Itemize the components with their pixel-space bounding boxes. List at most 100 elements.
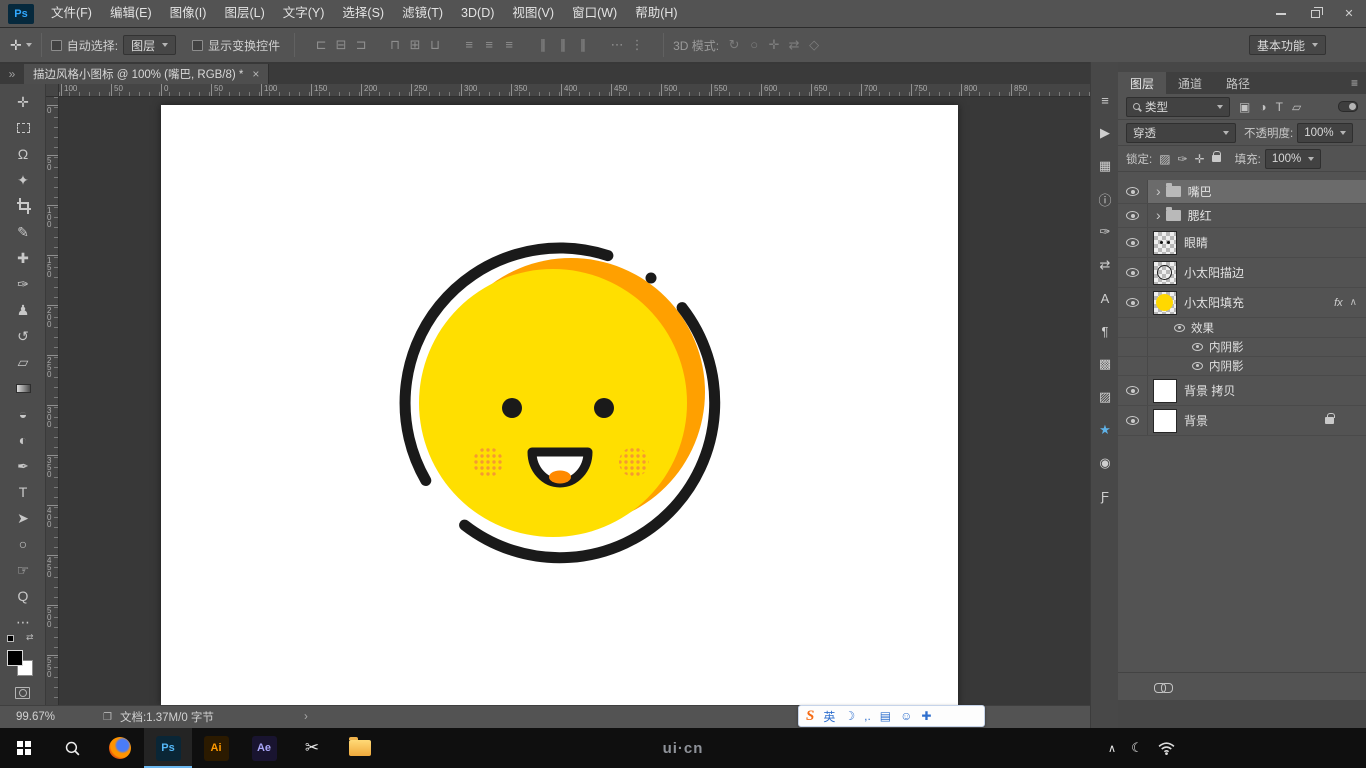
layer-row-background[interactable]: 背景 <box>1118 406 1366 436</box>
lock-image-pixels-icon[interactable]: ✑ <box>1178 152 1188 166</box>
fill-dropdown[interactable]: 100% <box>1265 149 1321 169</box>
minimize-button[interactable] <box>1264 0 1298 28</box>
ime-toolbox-icon[interactable]: ✚ <box>921 709 931 723</box>
distribute-left-icon[interactable]: ∥ <box>533 37 553 53</box>
ime-lang-en[interactable]: 英 <box>823 708 835 725</box>
layer-thumbnail[interactable] <box>1154 292 1176 314</box>
tray-chevron-icon[interactable]: ∧ <box>1108 742 1116 755</box>
paragraph-panel-icon[interactable]: ¶ <box>1091 319 1119 343</box>
foreground-color-swatch[interactable] <box>7 650 23 666</box>
clone-source-panel-icon[interactable]: ⇄ <box>1091 253 1119 277</box>
layer-name[interactable]: 嘴巴 <box>1188 183 1212 200</box>
tool-zoom[interactable]: Q <box>0 584 46 608</box>
search-button[interactable] <box>48 728 96 768</box>
tool-brush[interactable]: ✑ <box>0 272 46 296</box>
taskbar-illustrator-button[interactable]: Ai <box>192 728 240 768</box>
start-button[interactable] <box>0 728 48 768</box>
tray-moon-icon[interactable]: ☾ <box>1131 740 1143 756</box>
tab-layers[interactable]: 图层 <box>1118 72 1166 94</box>
close-button[interactable]: ✕ <box>1332 0 1366 28</box>
distribute-top-icon[interactable]: ≡ <box>459 37 479 53</box>
tool-lasso[interactable]: Ω <box>0 142 46 166</box>
default-colors-icon[interactable] <box>7 635 14 642</box>
filter-shape-layers-icon[interactable]: ▱ <box>1292 100 1301 114</box>
visibility-cell[interactable] <box>1118 228 1148 257</box>
canvas-area[interactable] <box>59 97 1090 705</box>
ime-punctuation-icon[interactable]: ,. <box>864 709 871 723</box>
tool-eyedropper[interactable]: ✎ <box>0 220 46 244</box>
distribute-right-icon[interactable]: ∥ <box>573 37 593 53</box>
align-horizontal-centers-icon[interactable]: ⊟ <box>331 37 351 53</box>
tool-quick-selection[interactable]: ✦ <box>0 168 46 192</box>
ime-emoji-icon[interactable]: ☺ <box>900 709 912 723</box>
eye-icon[interactable] <box>1192 362 1203 370</box>
tool-gradient[interactable] <box>0 376 46 400</box>
tool-spot-healing-brush[interactable]: ✚ <box>0 246 46 270</box>
menu-item[interactable]: 窗口(W) <box>563 0 626 27</box>
tool-preset-dropdown[interactable]: ✛ <box>10 37 32 54</box>
effect-row-inner-shadow[interactable]: 内阴影 <box>1118 357 1366 376</box>
ime-soft-keyboard-icon[interactable]: ▤ <box>880 709 891 723</box>
tool-move[interactable]: ✛ <box>0 90 46 114</box>
align-vertical-centers-icon[interactable]: ⊞ <box>405 37 425 53</box>
visibility-cell[interactable] <box>1118 288 1148 317</box>
expand-arrow-icon[interactable]: › <box>1156 207 1161 223</box>
collapse-effects-icon[interactable]: ∧ <box>1350 297 1357 308</box>
tool-path-selection[interactable]: ➤ <box>0 506 46 530</box>
tab-paths[interactable]: 路径 <box>1214 72 1262 94</box>
layer-filter-kind-dropdown[interactable]: 类型 <box>1126 97 1230 117</box>
layer-name[interactable]: 小太阳描边 <box>1184 264 1244 281</box>
layer-thumbnail[interactable] <box>1154 380 1176 402</box>
tool-blur[interactable]: ◒ <box>0 402 46 426</box>
character-panel-icon[interactable]: A <box>1091 286 1119 310</box>
menu-item[interactable]: 选择(S) <box>333 0 393 27</box>
layer-name[interactable]: 眼睛 <box>1184 234 1208 251</box>
tool-hand[interactable]: ☞ <box>0 558 46 582</box>
layer-name[interactable]: 腮红 <box>1188 207 1212 224</box>
status-options-chevron-icon[interactable]: › <box>304 711 308 723</box>
taskbar-snip-button[interactable]: ✂ <box>288 728 336 768</box>
filter-pixel-layers-icon[interactable]: ▣ <box>1239 100 1250 114</box>
ime-halfwidth-moon-icon[interactable]: ☽ <box>844 709 855 723</box>
align-bottom-edges-icon[interactable]: ⊔ <box>425 37 445 53</box>
menu-item[interactable]: 3D(D) <box>452 0 503 27</box>
tool-dodge[interactable]: ◐ <box>0 428 46 452</box>
tool-crop[interactable] <box>0 194 46 218</box>
menu-item[interactable]: 文件(F) <box>42 0 101 27</box>
document-canvas[interactable] <box>161 105 958 705</box>
brush-settings-panel-icon[interactable]: ✑ <box>1091 220 1119 244</box>
menu-item[interactable]: 帮助(H) <box>626 0 686 27</box>
visibility-cell[interactable] <box>1118 180 1148 203</box>
lock-transparent-pixels-icon[interactable]: ▨ <box>1159 152 1170 166</box>
layer-name[interactable]: 背景 拷贝 <box>1184 382 1235 399</box>
effect-row-inner-shadow[interactable]: 内阴影 <box>1118 338 1366 357</box>
effect-name[interactable]: 内阴影 <box>1209 339 1244 355</box>
fx-badge[interactable]: fx <box>1334 297 1343 309</box>
effect-name[interactable]: 内阴影 <box>1209 358 1244 374</box>
3d-drag-icon[interactable]: ✛ <box>764 37 784 53</box>
layer-thumbnail[interactable] <box>1154 232 1176 254</box>
opacity-dropdown[interactable]: 100% <box>1297 123 1353 143</box>
info-panel-icon[interactable]: ⓘ <box>1091 187 1119 211</box>
layer-row-mouth-group[interactable]: › 嘴巴 <box>1118 180 1366 204</box>
patterns-panel-icon[interactable]: ▩ <box>1091 352 1119 376</box>
link-layers-icon[interactable] <box>1154 683 1172 692</box>
restore-button[interactable] <box>1298 0 1332 28</box>
distribute-bottom-icon[interactable]: ≡ <box>499 37 519 53</box>
taskbar-photoshop-button[interactable]: Ps <box>144 728 192 768</box>
layer-name[interactable]: 小太阳填充 <box>1184 294 1244 311</box>
distribute-vertical-centers-icon[interactable]: ≡ <box>479 37 499 53</box>
tool-clone-stamp[interactable]: ♟ <box>0 298 46 322</box>
visibility-cell[interactable] <box>1118 376 1148 405</box>
3d-roll-icon[interactable]: ○ <box>744 37 764 53</box>
layer-thumbnail[interactable] <box>1154 410 1176 432</box>
blend-mode-dropdown[interactable]: 穿透 <box>1126 123 1236 143</box>
layer-name[interactable]: 背景 <box>1184 412 1208 429</box>
actions-panel-icon[interactable]: ▶ <box>1091 121 1119 145</box>
align-left-edges-icon[interactable]: ⊏ <box>311 37 331 53</box>
layer-thumbnail[interactable] <box>1154 262 1176 284</box>
layer-row-background-copy[interactable]: 背景 拷贝 <box>1118 376 1366 406</box>
show-transform-checkbox[interactable] <box>192 40 203 51</box>
visibility-cell[interactable] <box>1118 204 1148 227</box>
document-tab[interactable]: 描边风格小图标 @ 100% (嘴巴, RGB/8) * × <box>24 64 269 84</box>
